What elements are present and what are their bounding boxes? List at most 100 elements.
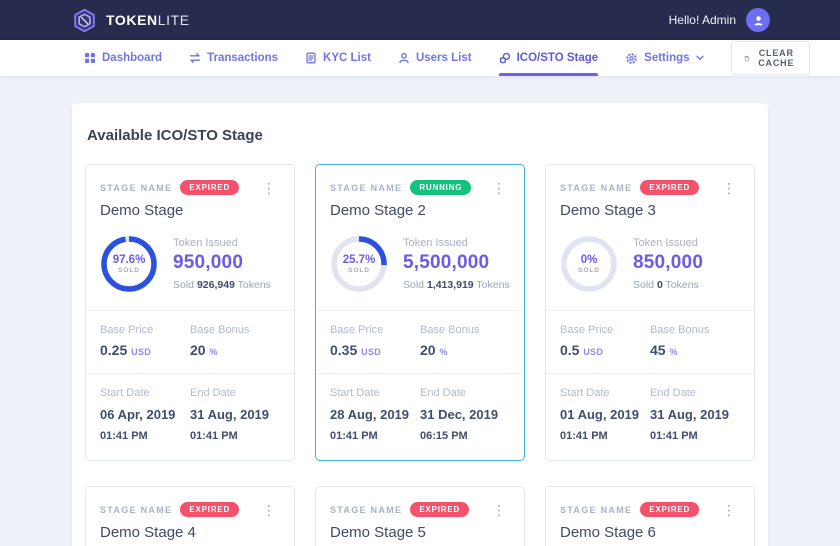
stage-grid: STAGE NAME EXPIRED Demo Stage ⋮ 97.6% SO… — [85, 164, 755, 546]
start-date-text: 28 Aug, 2019 — [330, 407, 409, 422]
chevron-down-icon — [696, 55, 704, 61]
nav-dashboard-label: Dashboard — [102, 52, 162, 64]
nav-transactions-label: Transactions — [207, 52, 278, 64]
dashboard-icon — [84, 52, 96, 64]
clear-cache-button[interactable]: CLEAR CACHE — [731, 41, 810, 75]
more-options-icon[interactable]: ⋮ — [258, 502, 280, 520]
more-options-icon[interactable]: ⋮ — [718, 180, 740, 198]
users-list-icon — [398, 52, 410, 64]
base-price-value: 0.5 USD — [560, 342, 644, 358]
more-options-icon[interactable]: ⋮ — [258, 180, 280, 198]
transactions-icon — [189, 52, 201, 64]
stage-card: STAGE NAME EXPIRED Demo Stage 5 ⋮ 0% SOL… — [315, 486, 525, 546]
brand-name: TOKENLITE — [106, 12, 190, 28]
stage-card: STAGE NAME RUNNING Demo Stage 2 ⋮ 25.7% … — [315, 164, 525, 461]
base-bonus-number: 20 — [190, 342, 206, 358]
sold-tokens-line: Sold 926,949 Tokens — [173, 279, 271, 291]
sold-prefix: Sold — [403, 279, 424, 291]
nav-ico-sto-stage[interactable]: ICO/STO Stage — [499, 40, 599, 76]
sold-percent-caption: SOLD — [348, 267, 370, 274]
base-bonus-unit: % — [439, 347, 447, 357]
base-bonus-unit: % — [209, 347, 217, 357]
base-price-unit: USD — [131, 347, 151, 357]
base-price-number: 0.35 — [330, 342, 357, 358]
tokenlite-logo-icon — [72, 8, 97, 33]
nav-transactions[interactable]: Transactions — [189, 40, 278, 76]
end-time-text: 06:15 PM — [420, 430, 468, 442]
start-date-label: Start Date — [100, 387, 184, 399]
base-price-value: 0.35 USD — [330, 342, 414, 358]
stage-title: Demo Stage 5 — [330, 524, 469, 541]
end-date-text: 31 Aug, 2019 — [190, 407, 269, 422]
start-date-value: 06 Apr, 2019 01:41 PM — [100, 405, 184, 445]
stage-name-label: STAGE NAME — [560, 505, 632, 515]
more-options-icon[interactable]: ⋮ — [488, 180, 510, 198]
greeting-text: Hello! Admin — [669, 13, 736, 27]
base-bonus-value: 45 % — [650, 342, 734, 358]
token-issued-value: 5,500,000 — [403, 252, 510, 274]
end-time-text: 01:41 PM — [650, 430, 698, 442]
stage-name-label: STAGE NAME — [100, 505, 172, 515]
token-issued-value: 950,000 — [173, 252, 271, 274]
stage-title: Demo Stage 3 — [560, 202, 699, 219]
nav-settings-label: Settings — [644, 52, 689, 64]
stage-status-badge: EXPIRED — [410, 502, 469, 517]
base-bonus-number: 20 — [420, 342, 436, 358]
token-issued-label: Token Issued — [633, 237, 703, 249]
stage-card: STAGE NAME EXPIRED Demo Stage 4 ⋮ 0% SOL… — [85, 486, 295, 546]
base-price-number: 0.5 — [560, 342, 579, 358]
end-date-label: End Date — [650, 387, 734, 399]
sold-tokens-line: Sold 1,413,919 Tokens — [403, 279, 510, 291]
sold-prefix: Sold — [633, 279, 654, 291]
nav-settings[interactable]: Settings — [625, 40, 703, 76]
end-date-label: End Date — [190, 387, 274, 399]
tokens-suffix: Tokens — [666, 279, 699, 291]
stage-name-label: STAGE NAME — [330, 183, 402, 193]
stage-card: STAGE NAME EXPIRED Demo Stage ⋮ 97.6% SO… — [85, 164, 295, 461]
start-date-value: 28 Aug, 2019 01:41 PM — [330, 405, 414, 445]
stage-name-label: STAGE NAME — [100, 183, 172, 193]
sold-percent-donut: 97.6% SOLD — [100, 235, 158, 293]
base-bonus-label: Base Bonus — [190, 324, 274, 336]
start-date-label: Start Date — [560, 387, 644, 399]
end-time-text: 01:41 PM — [190, 430, 238, 442]
topbar: TOKENLITE Hello! Admin — [0, 0, 840, 40]
base-price-value: 0.25 USD — [100, 342, 184, 358]
nav-users-list-label: Users List — [416, 52, 472, 64]
more-options-icon[interactable]: ⋮ — [718, 502, 740, 520]
end-date-text: 31 Dec, 2019 — [420, 407, 498, 422]
start-date-text: 06 Apr, 2019 — [100, 407, 175, 422]
brand-logo[interactable]: TOKENLITE — [72, 8, 190, 33]
stage-title: Demo Stage 4 — [100, 524, 239, 541]
stage-status-badge: RUNNING — [410, 180, 471, 195]
base-price-number: 0.25 — [100, 342, 127, 358]
nav-ico-sto-stage-label: ICO/STO Stage — [517, 52, 599, 64]
nav-users-list[interactable]: Users List — [398, 40, 472, 76]
base-price-label: Base Price — [330, 324, 414, 336]
nav-kyc-list[interactable]: KYC List — [305, 40, 371, 76]
sold-percent-donut: 25.7% SOLD — [330, 235, 388, 293]
sold-tokens-value: 1,413,919 — [427, 279, 474, 291]
start-time-text: 01:41 PM — [560, 430, 608, 442]
token-issued-label: Token Issued — [403, 237, 510, 249]
sold-tokens-value: 926,949 — [197, 279, 235, 291]
base-price-unit: USD — [361, 347, 381, 357]
brand-name-light: LITE — [158, 12, 190, 28]
nav-dashboard[interactable]: Dashboard — [84, 40, 162, 76]
tokens-suffix: Tokens — [238, 279, 271, 291]
more-options-icon[interactable]: ⋮ — [488, 502, 510, 520]
tokens-suffix: Tokens — [476, 279, 509, 291]
sold-tokens-value: 0 — [657, 279, 663, 291]
end-date-value: 31 Aug, 2019 01:41 PM — [650, 405, 734, 445]
brand-name-bold: TOKEN — [106, 12, 158, 28]
start-date-text: 01 Aug, 2019 — [560, 407, 639, 422]
user-avatar[interactable] — [746, 8, 770, 32]
stage-title: Demo Stage — [100, 202, 239, 219]
sold-percent-caption: SOLD — [118, 267, 140, 274]
user-icon — [752, 14, 765, 27]
stage-status-badge: EXPIRED — [640, 502, 699, 517]
sold-prefix: Sold — [173, 279, 194, 291]
base-bonus-value: 20 % — [420, 342, 504, 358]
base-price-label: Base Price — [100, 324, 184, 336]
base-bonus-label: Base Bonus — [420, 324, 504, 336]
